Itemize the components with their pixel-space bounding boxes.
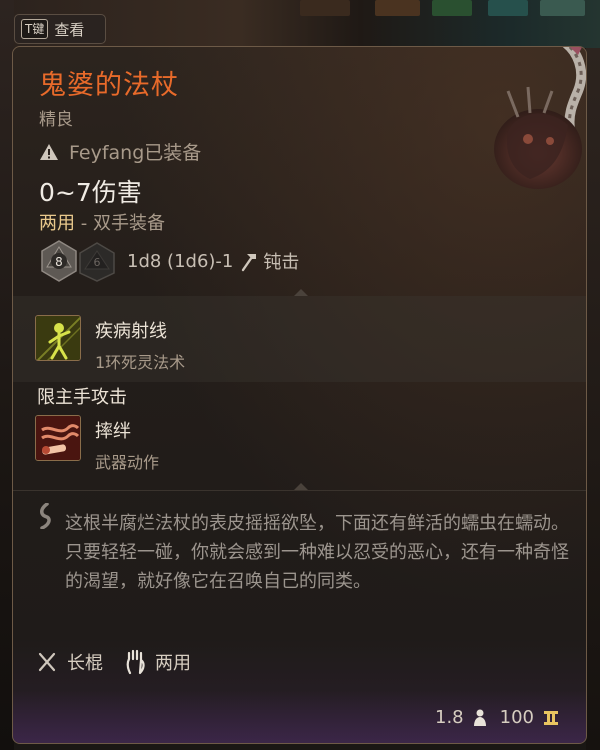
damage-formula: 1d8 (1d6)-1: [127, 250, 234, 272]
equipped-by-text: Feyfang已装备: [69, 142, 202, 164]
lore-quill-icon: [40, 503, 51, 529]
footer-stats: 1.8 100: [435, 707, 560, 728]
item-properties: 长棍 两用: [37, 649, 191, 675]
background-slot: [300, 0, 350, 16]
ability-name: 摔绊: [95, 421, 131, 442]
damage-type: 钝击: [263, 252, 300, 273]
ability-sickness-ray[interactable]: 疾病射线 1环死灵法术: [35, 315, 185, 373]
item-rarity: 精良: [39, 110, 73, 130]
slot-type-label: 双手装备: [92, 213, 165, 234]
damage-range: 0~7伤害: [39, 178, 142, 207]
ability-name: 疾病射线: [95, 321, 167, 342]
item-description: 这根半腐烂法杖的表皮摇摇欲坠，下面还有鲜活的蠕虫在蠕动。只要轻轻一碰，你就会感到…: [65, 513, 569, 592]
background-right-edge: [586, 48, 600, 750]
gold-value: 100: [499, 707, 534, 728]
background-slot: [540, 0, 585, 16]
handedness-label: 两用: [155, 653, 191, 674]
sickness-ray-icon: [35, 315, 81, 361]
ability-subtitle: 武器动作: [95, 453, 160, 472]
equipped-warning: Feyfang已装备: [39, 138, 201, 165]
weight-icon: [473, 709, 486, 726]
weapon-type-label: 长棍: [67, 653, 103, 674]
gold-coin-icon: [544, 710, 558, 725]
item-tooltip: 鬼婆的法杖 精良 Feyfang已装备 0~7伤害 两用 - 双手装备 8 6: [12, 46, 587, 744]
background-slot: [432, 0, 472, 16]
topple-icon: [35, 415, 81, 461]
damage-dice-row: 8 6 1d8 (1d6)-1 钝击: [39, 239, 299, 283]
bludgeoning-icon: [242, 254, 257, 272]
hands-label: 两用: [39, 213, 75, 234]
quarterstaff-icon: [38, 652, 56, 672]
die-main-value: 8: [55, 255, 63, 269]
ability-subtitle: 1环死灵法术: [95, 353, 186, 372]
background-slot: [488, 0, 528, 16]
keyboard-key-badge: T键: [21, 19, 49, 39]
section-divider: [294, 483, 308, 490]
section-divider: [294, 289, 308, 296]
inspect-hint[interactable]: T键 查看: [14, 14, 106, 44]
equip-slot-line: 两用 - 双手装备: [39, 209, 165, 235]
dice-icon: 8 6: [41, 240, 115, 282]
item-portrait-icon: [494, 47, 586, 189]
separator: -: [75, 213, 93, 234]
ability-topple[interactable]: 摔绊 武器动作: [35, 415, 159, 473]
mainhand-only-label: 限主手攻击: [37, 387, 127, 408]
item-name: 鬼婆的法杖: [39, 70, 179, 101]
inspect-hint-label: 查看: [54, 20, 85, 39]
die-alt-value: 6: [94, 256, 101, 269]
warning-icon: [40, 143, 58, 160]
section-line: [13, 490, 586, 491]
versatile-hand-icon: [126, 649, 145, 675]
weight-value: 1.8: [435, 707, 464, 728]
background-slot: [375, 0, 420, 16]
